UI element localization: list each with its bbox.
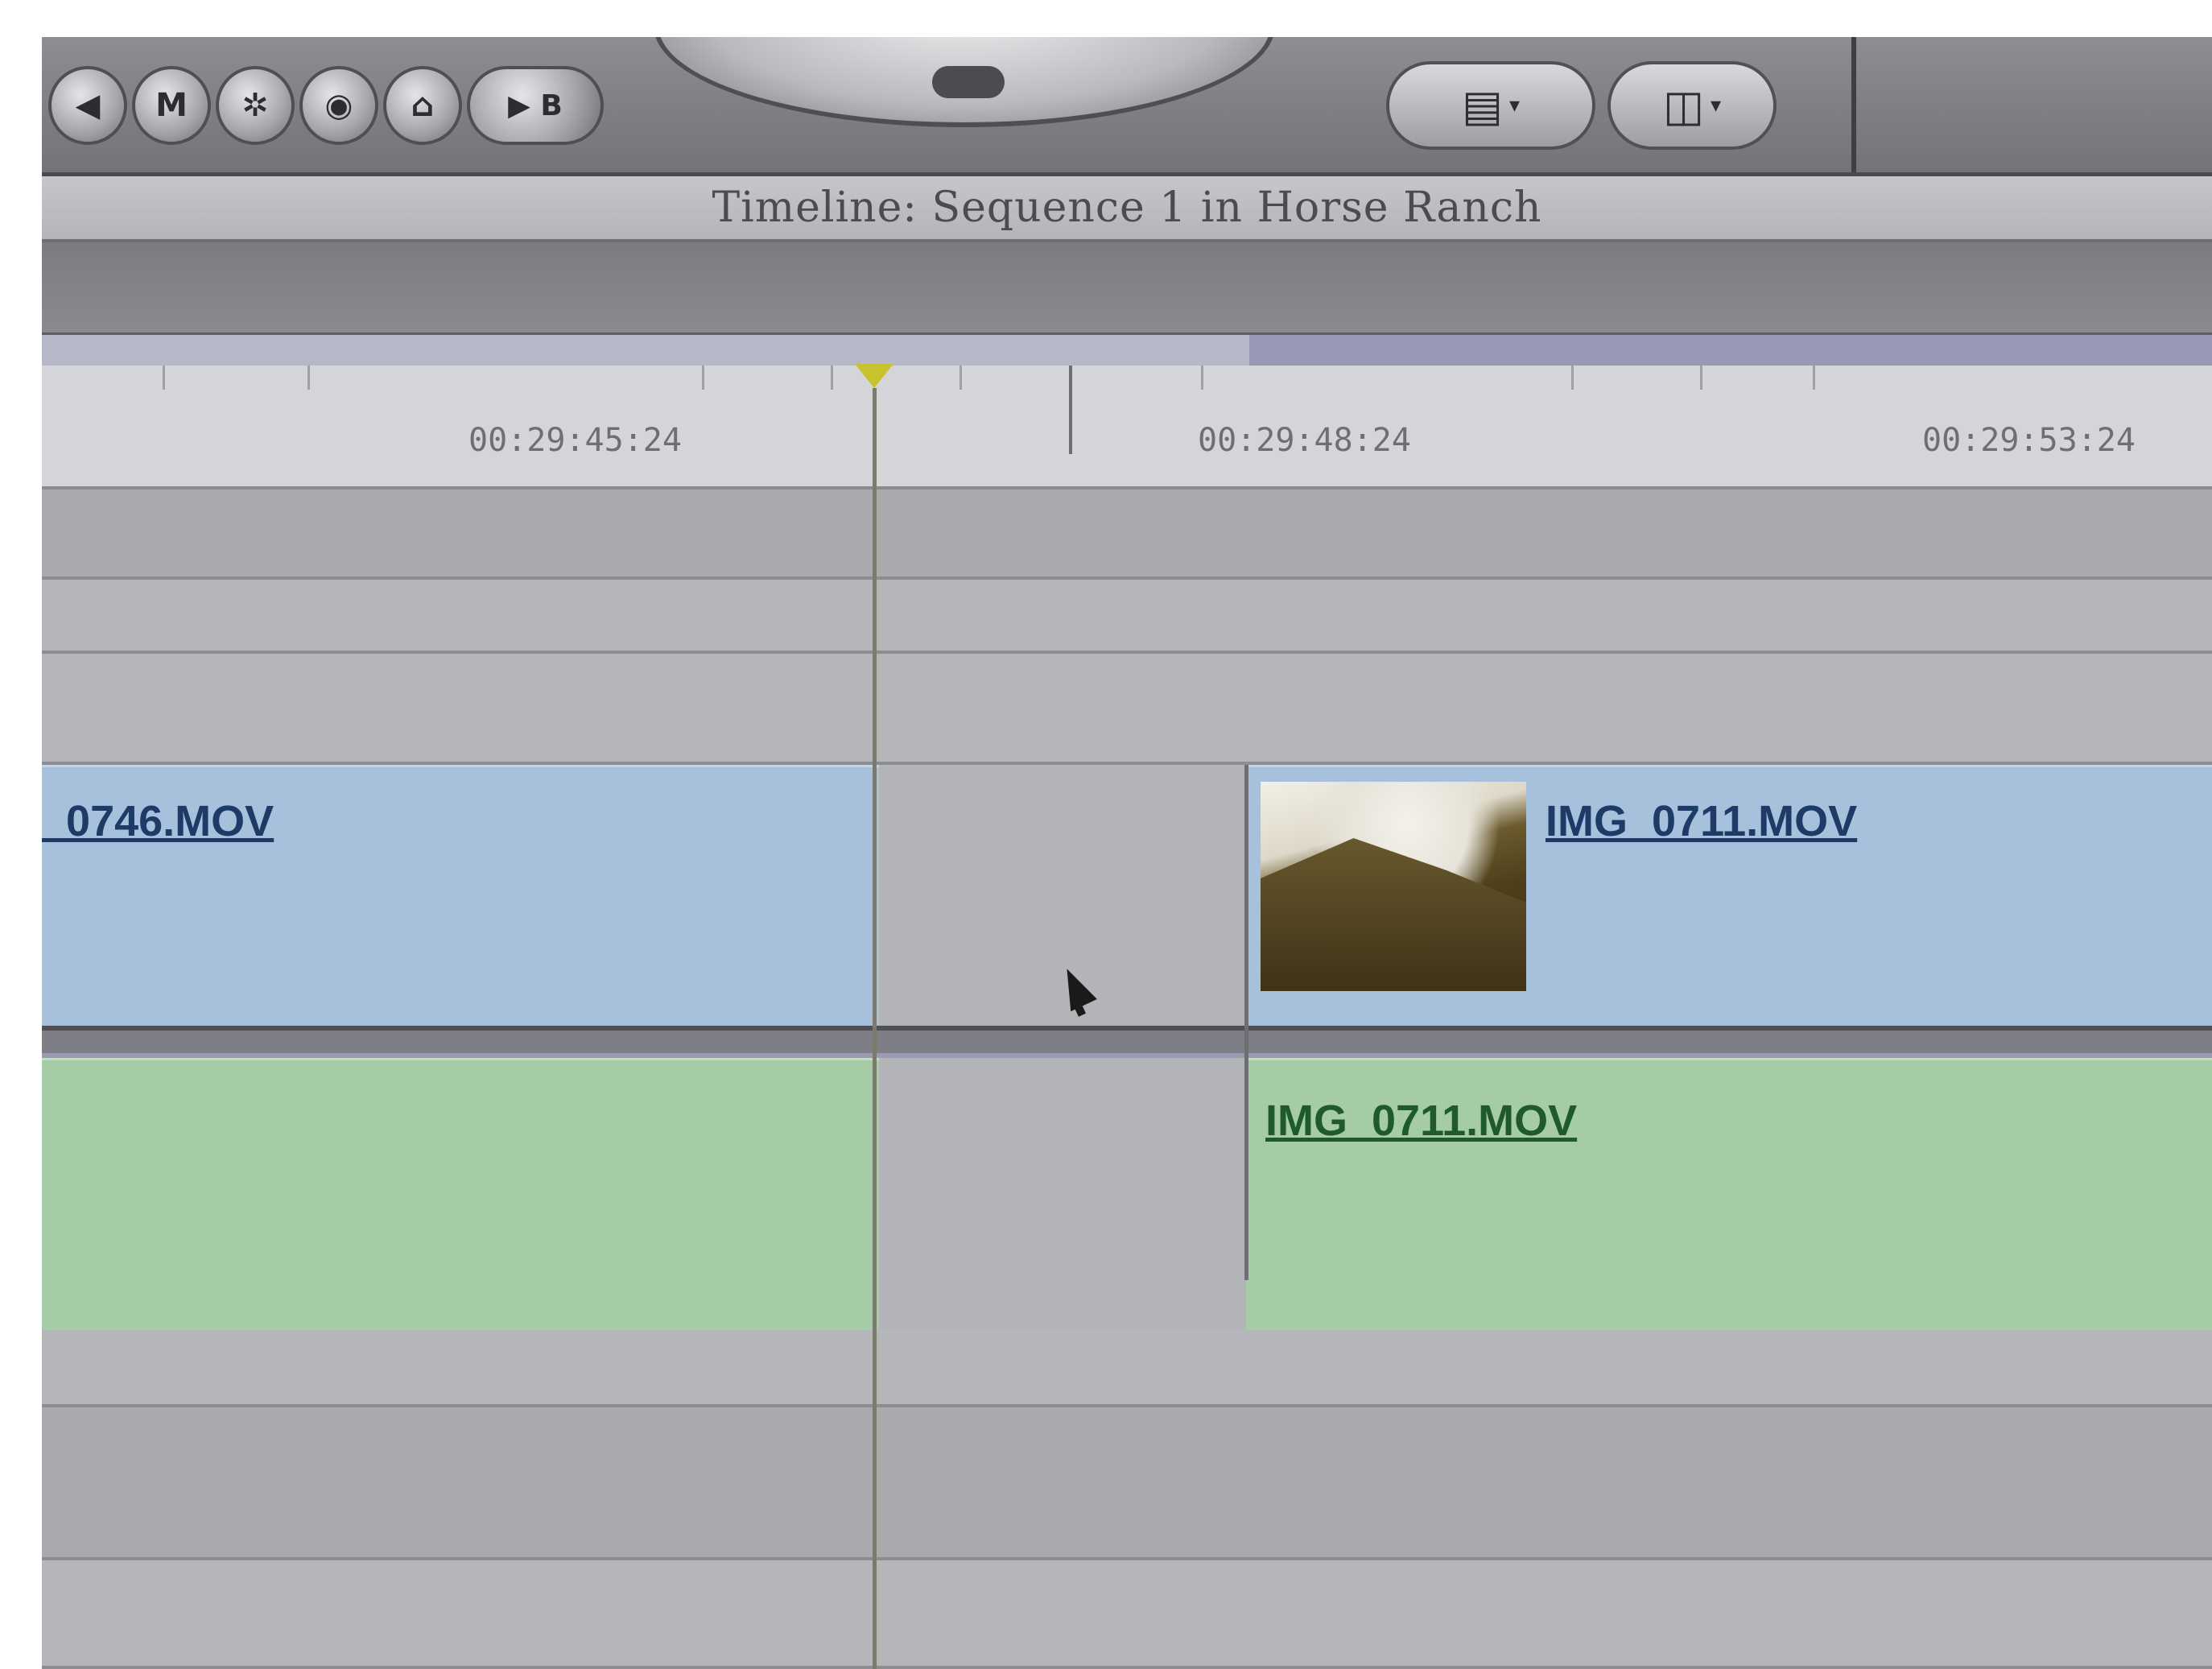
- clip-thumbnail: [1261, 782, 1526, 991]
- audio-clip[interactable]: IMG_0711.MOV: [1246, 1058, 2212, 1330]
- record-icon: ◉: [324, 87, 353, 124]
- jog-knob-icon: [932, 66, 1005, 98]
- video-track-empty[interactable]: [42, 580, 2212, 654]
- home-button[interactable]: ⌂: [383, 66, 462, 145]
- ruler-tick: [1813, 366, 1815, 390]
- layout-popup[interactable]: ◫ ▾: [1607, 61, 1777, 150]
- toolbar: ◀ M ✲ ◉ ⌂ ▶ B ▤ ▾ ◫ ▾: [42, 37, 2212, 176]
- clip-view-popup[interactable]: ▤ ▾: [1386, 61, 1595, 150]
- video-clip[interactable]: IMG_0711.MOV: [1246, 765, 2212, 1026]
- clip-name: IMG_0711.MOV: [1546, 797, 1858, 845]
- mark-icon: M: [155, 87, 188, 124]
- clip-name: IMG_0711.MOV: [1265, 1097, 1578, 1145]
- timeline-window: ◀ M ✲ ◉ ⌂ ▶ B ▤ ▾ ◫ ▾ Timeline: Sequence…: [42, 37, 2212, 1669]
- toolbar-divider: [1851, 37, 1856, 172]
- video-clip[interactable]: _0746.MOV: [42, 765, 879, 1026]
- range-selection: [1249, 335, 2212, 366]
- chevron-down-icon: ▾: [1508, 93, 1521, 118]
- ruler-tick: [959, 366, 962, 390]
- in-out-range-bar[interactable]: [42, 335, 2212, 366]
- ruler-tick: [702, 366, 704, 390]
- ruler-tick: [831, 366, 833, 390]
- ruler-major-tick: [1069, 366, 1072, 454]
- record-button[interactable]: ◉: [299, 66, 378, 145]
- rewind-button[interactable]: ◀: [48, 66, 127, 145]
- playhead-marker-icon[interactable]: [855, 364, 893, 388]
- home-icon: ⌂: [411, 87, 435, 124]
- timeline-header-bar: [42, 242, 2212, 335]
- title-bar: Timeline: Sequence 1 in Horse Ranch: [42, 176, 2212, 242]
- jog-wheel[interactable]: [654, 37, 1275, 127]
- ruler-timecode: 00:29:53:24: [1922, 422, 2136, 459]
- timecode-ruler[interactable]: 00:29:45:24 00:29:48:24 00:29:53:24: [42, 366, 2212, 490]
- match-frame-icon: ▶ B: [508, 89, 563, 122]
- settings-button[interactable]: ✲: [216, 66, 295, 145]
- playhead[interactable]: [873, 388, 877, 1669]
- match-frame-button[interactable]: ▶ B: [467, 66, 604, 145]
- ruler-tick: [307, 366, 310, 390]
- video-track-empty[interactable]: [42, 654, 2212, 765]
- audio-track-a1[interactable]: IMG_0711.MOV: [42, 1058, 2212, 1330]
- edit-point-line: [1244, 765, 1248, 1280]
- ruler-tick: [1201, 366, 1203, 390]
- audio-clip[interactable]: [42, 1058, 879, 1330]
- thumbnail-hill: [1261, 838, 1526, 991]
- audio-track-empty[interactable]: [42, 1407, 2212, 1560]
- tool-buttons: ◀ M ✲ ◉ ⌂ ▶ B: [48, 66, 604, 155]
- layout-icon: ◫: [1662, 80, 1704, 131]
- clip-view-icon: ▤: [1461, 80, 1503, 131]
- video-track-v1[interactable]: _0746.MOV IMG_0711.MOV: [42, 765, 2212, 1026]
- ruler-tick: [1571, 366, 1574, 390]
- track-separator[interactable]: [42, 1026, 2212, 1058]
- ruler-timecode: 00:29:48:24: [1198, 422, 1411, 459]
- rewind-icon: ◀: [75, 87, 101, 124]
- audio-track-empty[interactable]: [42, 1330, 2212, 1407]
- audio-track-empty[interactable]: [42, 1560, 2212, 1669]
- video-track-empty[interactable]: [42, 490, 2212, 580]
- track-gap[interactable]: [879, 1058, 1246, 1330]
- settings-icon: ✲: [241, 87, 269, 124]
- ruler-timecode: 00:29:45:24: [468, 422, 682, 459]
- mark-button[interactable]: M: [132, 66, 211, 145]
- window-title: Timeline: Sequence 1 in Horse Ranch: [712, 184, 1542, 232]
- chevron-down-icon: ▾: [1710, 93, 1722, 118]
- ruler-tick: [1700, 366, 1702, 390]
- ruler-tick: [163, 366, 165, 390]
- clip-name: _0746.MOV: [42, 797, 274, 845]
